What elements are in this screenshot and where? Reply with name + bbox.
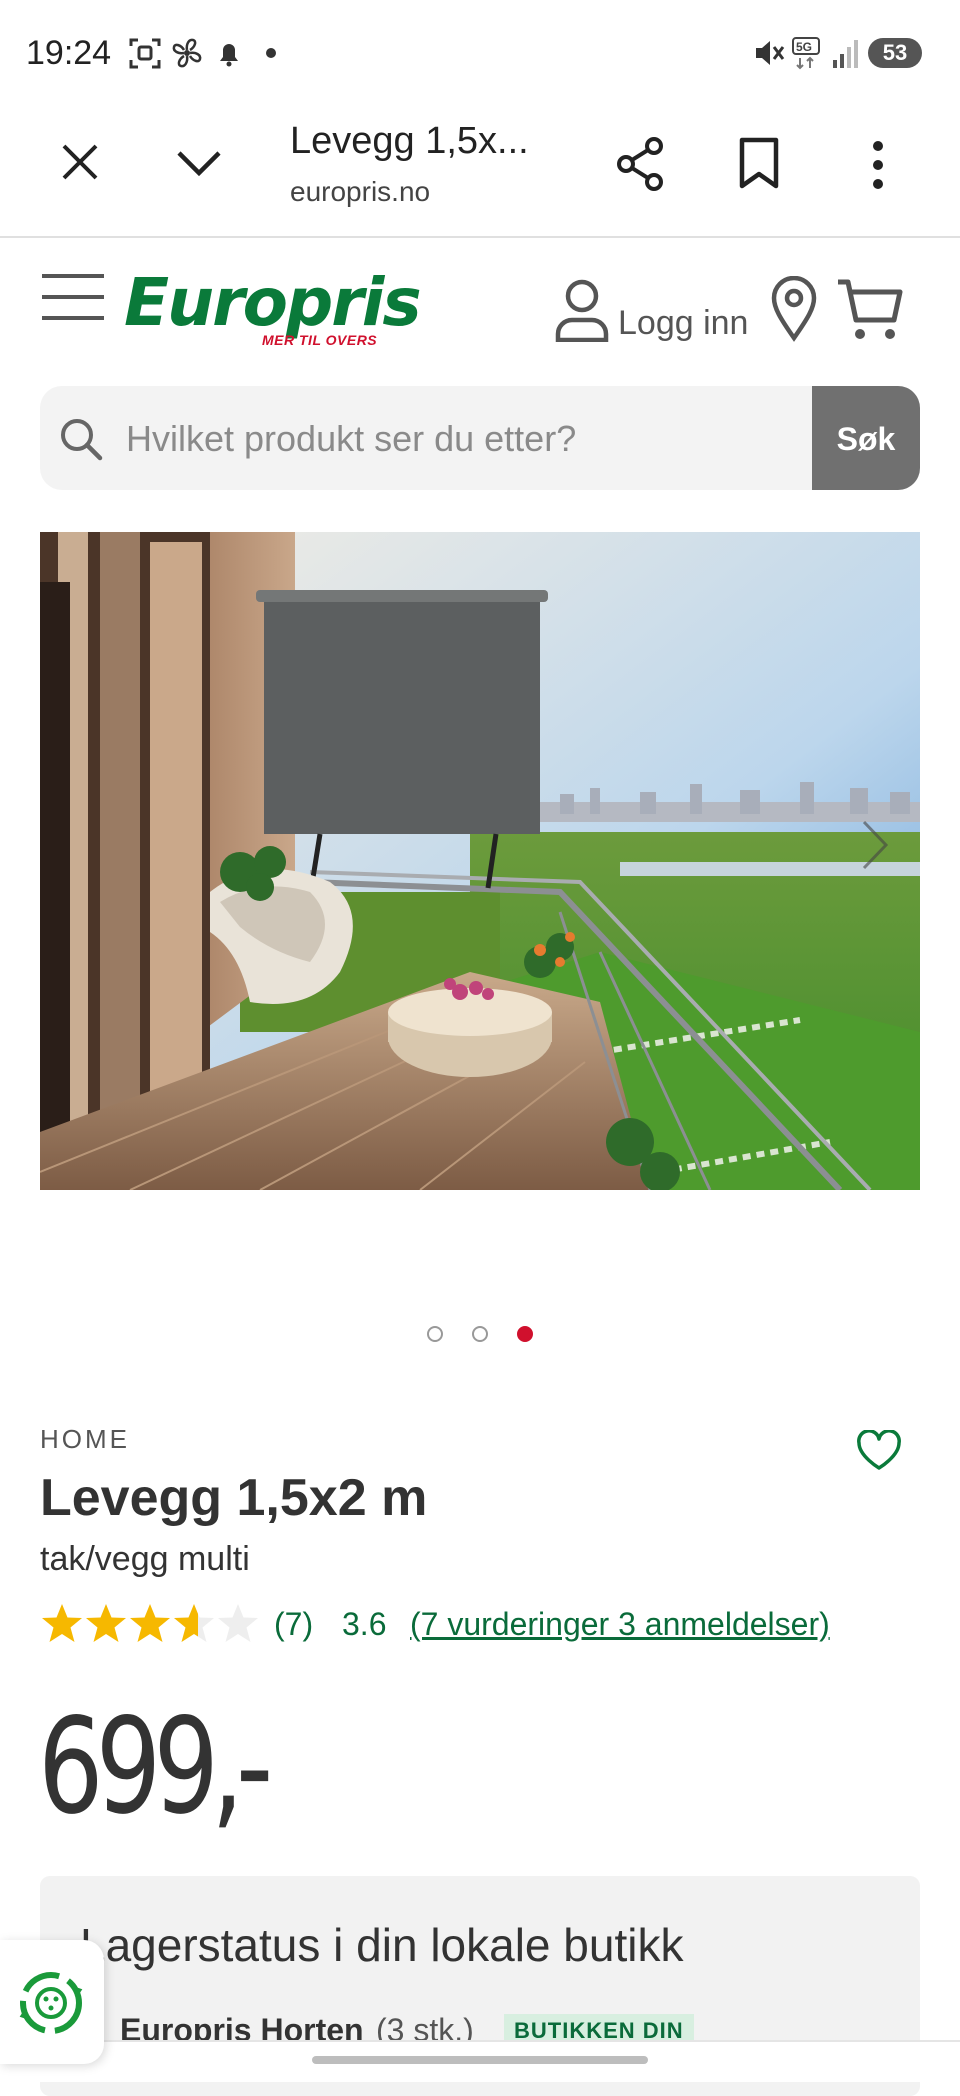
- carousel-dot-2[interactable]: [472, 1326, 488, 1342]
- bell-icon: [220, 44, 238, 67]
- rating-stars: [42, 1604, 258, 1642]
- home-indicator[interactable]: [312, 2056, 648, 2064]
- carousel-dot-1[interactable]: [427, 1326, 443, 1342]
- status-time: 19:24: [26, 34, 112, 72]
- carousel-next-icon[interactable]: [858, 816, 892, 874]
- product-image[interactable]: [40, 532, 920, 1190]
- screenshot-icon: [129, 38, 161, 69]
- stock-status-title: Lagerstatus i din lokale butikk: [80, 1919, 684, 1971]
- reviews-link[interactable]: (7 vurderinger 3 anmeldelser): [410, 1606, 830, 1643]
- browser-page-title: Levegg 1,5x...: [290, 120, 529, 162]
- product-title: Levegg 1,5x2 m: [40, 1469, 428, 1527]
- close-icon[interactable]: [58, 140, 102, 184]
- svg-text:5G: 5G: [796, 40, 812, 54]
- search-input[interactable]: [124, 386, 818, 490]
- star-rating: [40, 1602, 270, 1646]
- login-link[interactable]: Logg inn: [618, 304, 748, 343]
- cart-icon[interactable]: [836, 278, 904, 342]
- user-icon[interactable]: [554, 278, 610, 342]
- logo-tagline: MER TIL OVERS: [262, 332, 378, 348]
- europris-logo[interactable]: Europris: [124, 264, 422, 341]
- battery-indicator: 53: [868, 38, 922, 68]
- star-icon-3: [130, 1604, 170, 1642]
- bookmark-icon[interactable]: [738, 136, 780, 190]
- 5g-icon: 5G: [792, 37, 820, 70]
- signal-icon: [833, 40, 858, 68]
- carousel-dot-3[interactable]: [517, 1326, 533, 1342]
- star-icon-2: [86, 1604, 126, 1642]
- mute-icon: [756, 41, 785, 65]
- location-pin-icon[interactable]: [770, 276, 818, 342]
- recycle-widget-icon: [19, 1972, 83, 2034]
- product-subtitle: tak/vegg multi: [40, 1540, 250, 1578]
- heart-icon[interactable]: [856, 1430, 902, 1472]
- star-icon-4-partial: [174, 1604, 198, 1642]
- star-icon-1: [42, 1604, 82, 1642]
- star-icon-5: [218, 1604, 258, 1642]
- fan-icon: [172, 38, 202, 68]
- floating-widget[interactable]: [0, 1940, 104, 2064]
- status-bar: 19:24 5G 53: [0, 0, 960, 100]
- more-options-icon[interactable]: [866, 138, 890, 192]
- rating-count: (7): [274, 1606, 314, 1642]
- product-photo: [40, 532, 920, 1190]
- browser-domain: europris.no: [290, 176, 431, 207]
- product-price: 699,-: [38, 1690, 273, 1844]
- search-bar: Søk: [40, 386, 920, 490]
- menu-icon[interactable]: [40, 272, 106, 322]
- share-icon[interactable]: [614, 136, 666, 192]
- chevron-down-icon[interactable]: [176, 148, 222, 178]
- notification-dot-icon: [266, 48, 276, 58]
- rating-value: 3.6: [342, 1606, 387, 1642]
- search-button[interactable]: Søk: [812, 386, 920, 490]
- breadcrumb-category[interactable]: HOME: [40, 1424, 130, 1455]
- search-icon: [61, 419, 103, 461]
